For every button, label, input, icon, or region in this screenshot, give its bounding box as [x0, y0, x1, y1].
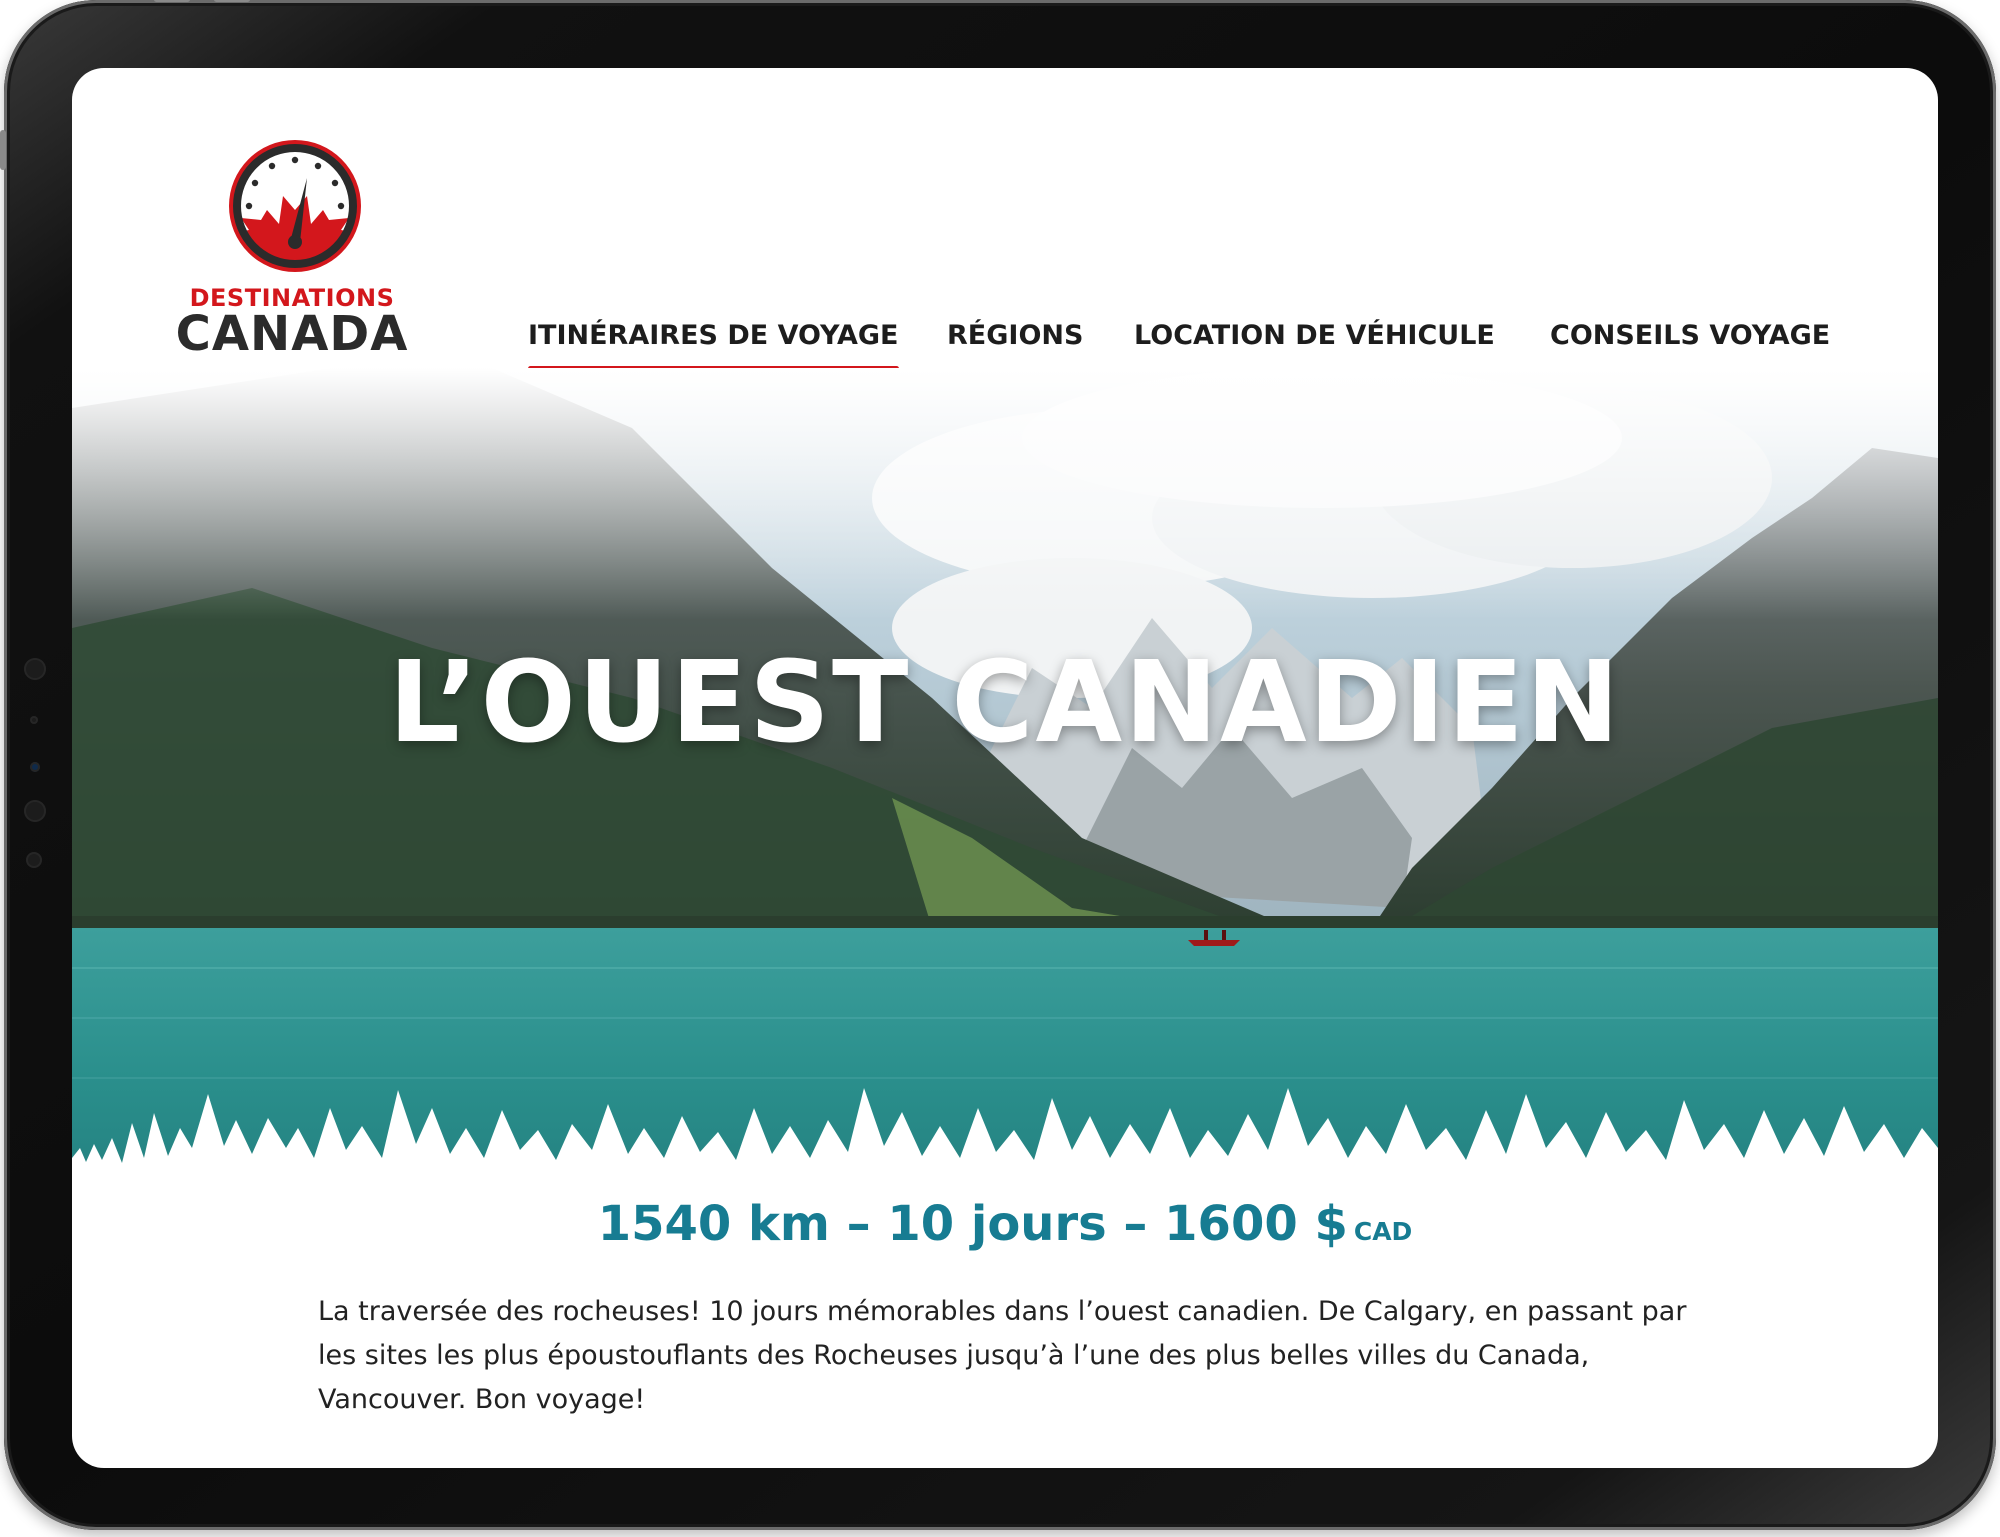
sensor-dot: [30, 716, 38, 724]
nav-item-conseils-voyage[interactable]: CONSEILS VOYAGE: [1550, 320, 1830, 351]
top-button-1: [154, 0, 190, 2]
lake-mountain-photo: [72, 368, 1938, 1228]
screen: DESTINATIONS CANADA ITINÉRAIRES DE VOYAG…: [72, 68, 1938, 1468]
trip-summary-values: 1540 km – 10 jours – 1600 $: [597, 1196, 1348, 1252]
sensor-dot: [24, 800, 46, 822]
volume-button: [0, 130, 6, 170]
trip-description: La traversée des rocheuses! 10 jours mém…: [318, 1296, 1687, 1415]
top-button-2: [214, 0, 250, 2]
sensor-dot: [26, 852, 42, 868]
hero-banner: L’OUEST CANADIEN: [72, 368, 1938, 1228]
sensor-dot: [24, 658, 46, 680]
speedometer-maple-leaf-icon: [229, 140, 361, 272]
tablet-frame: DESTINATIONS CANADA ITINÉRAIRES DE VOYAG…: [0, 0, 1996, 1530]
nav-item-itineraires[interactable]: ITINÉRAIRES DE VOYAGE: [528, 320, 899, 371]
nav-item-location-vehicule[interactable]: LOCATION DE VÉHICULE: [1134, 320, 1495, 351]
trip-currency: CAD: [1353, 1217, 1413, 1246]
camera-lens: [30, 762, 40, 772]
trip-summary: 1540 km – 10 jours – 1600 $ CAD: [72, 1196, 1938, 1252]
nav-item-regions[interactable]: RÉGIONS: [947, 320, 1083, 351]
hero-title: L’OUEST CANADIEN: [388, 638, 1622, 768]
